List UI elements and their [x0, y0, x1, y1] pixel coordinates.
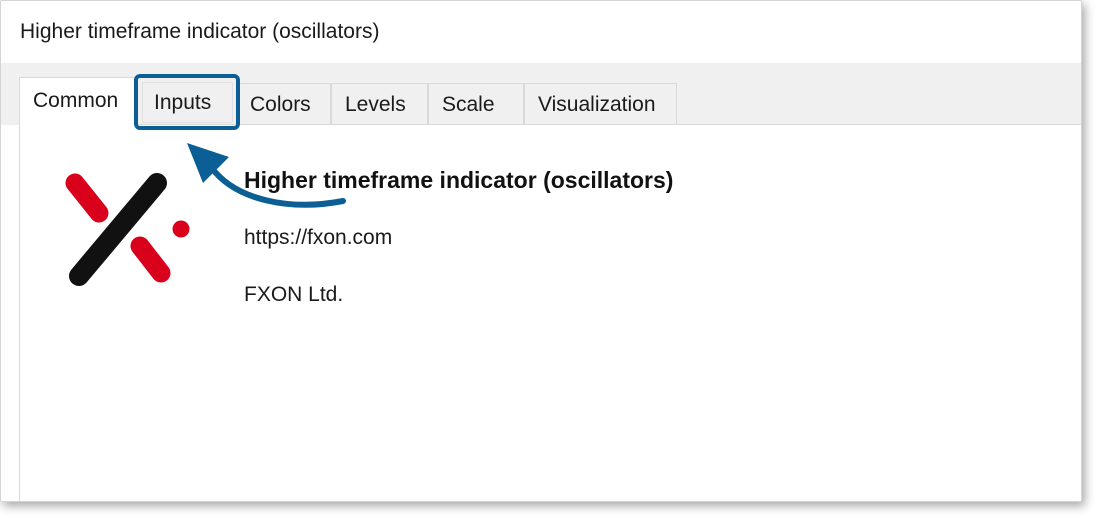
tab-scale[interactable]: Scale	[428, 83, 524, 124]
tab-levels-label: Levels	[345, 93, 406, 116]
tab-visualization-label: Visualization	[538, 93, 656, 116]
indicator-company: FXON Ltd.	[244, 283, 344, 306]
tab-levels[interactable]: Levels	[331, 83, 428, 124]
inputs-tab-highlight-box	[134, 74, 240, 130]
tab-common-label: Common	[33, 89, 119, 112]
window-title: Higher timeframe indicator (oscillators)	[20, 20, 380, 43]
indicator-url: https://fxon.com	[244, 226, 393, 249]
logo-red-dot	[172, 220, 190, 238]
indicator-properties-dialog: Higher timeframe indicator (oscillators)…	[0, 0, 1082, 502]
arrow-shaft	[208, 164, 346, 208]
logo-red-bar-top	[65, 173, 109, 223]
tab-common[interactable]: Common	[19, 77, 136, 125]
tab-visualization[interactable]: Visualization	[524, 83, 677, 124]
logo-red-bar-bottom	[130, 236, 171, 283]
curved-arrow-icon	[187, 143, 346, 208]
tab-colors[interactable]: Colors	[236, 83, 331, 124]
title-bar: Higher timeframe indicator (oscillators)	[1, 1, 1081, 63]
tab-scale-label: Scale	[442, 93, 495, 116]
tab-colors-label: Colors	[250, 93, 311, 116]
